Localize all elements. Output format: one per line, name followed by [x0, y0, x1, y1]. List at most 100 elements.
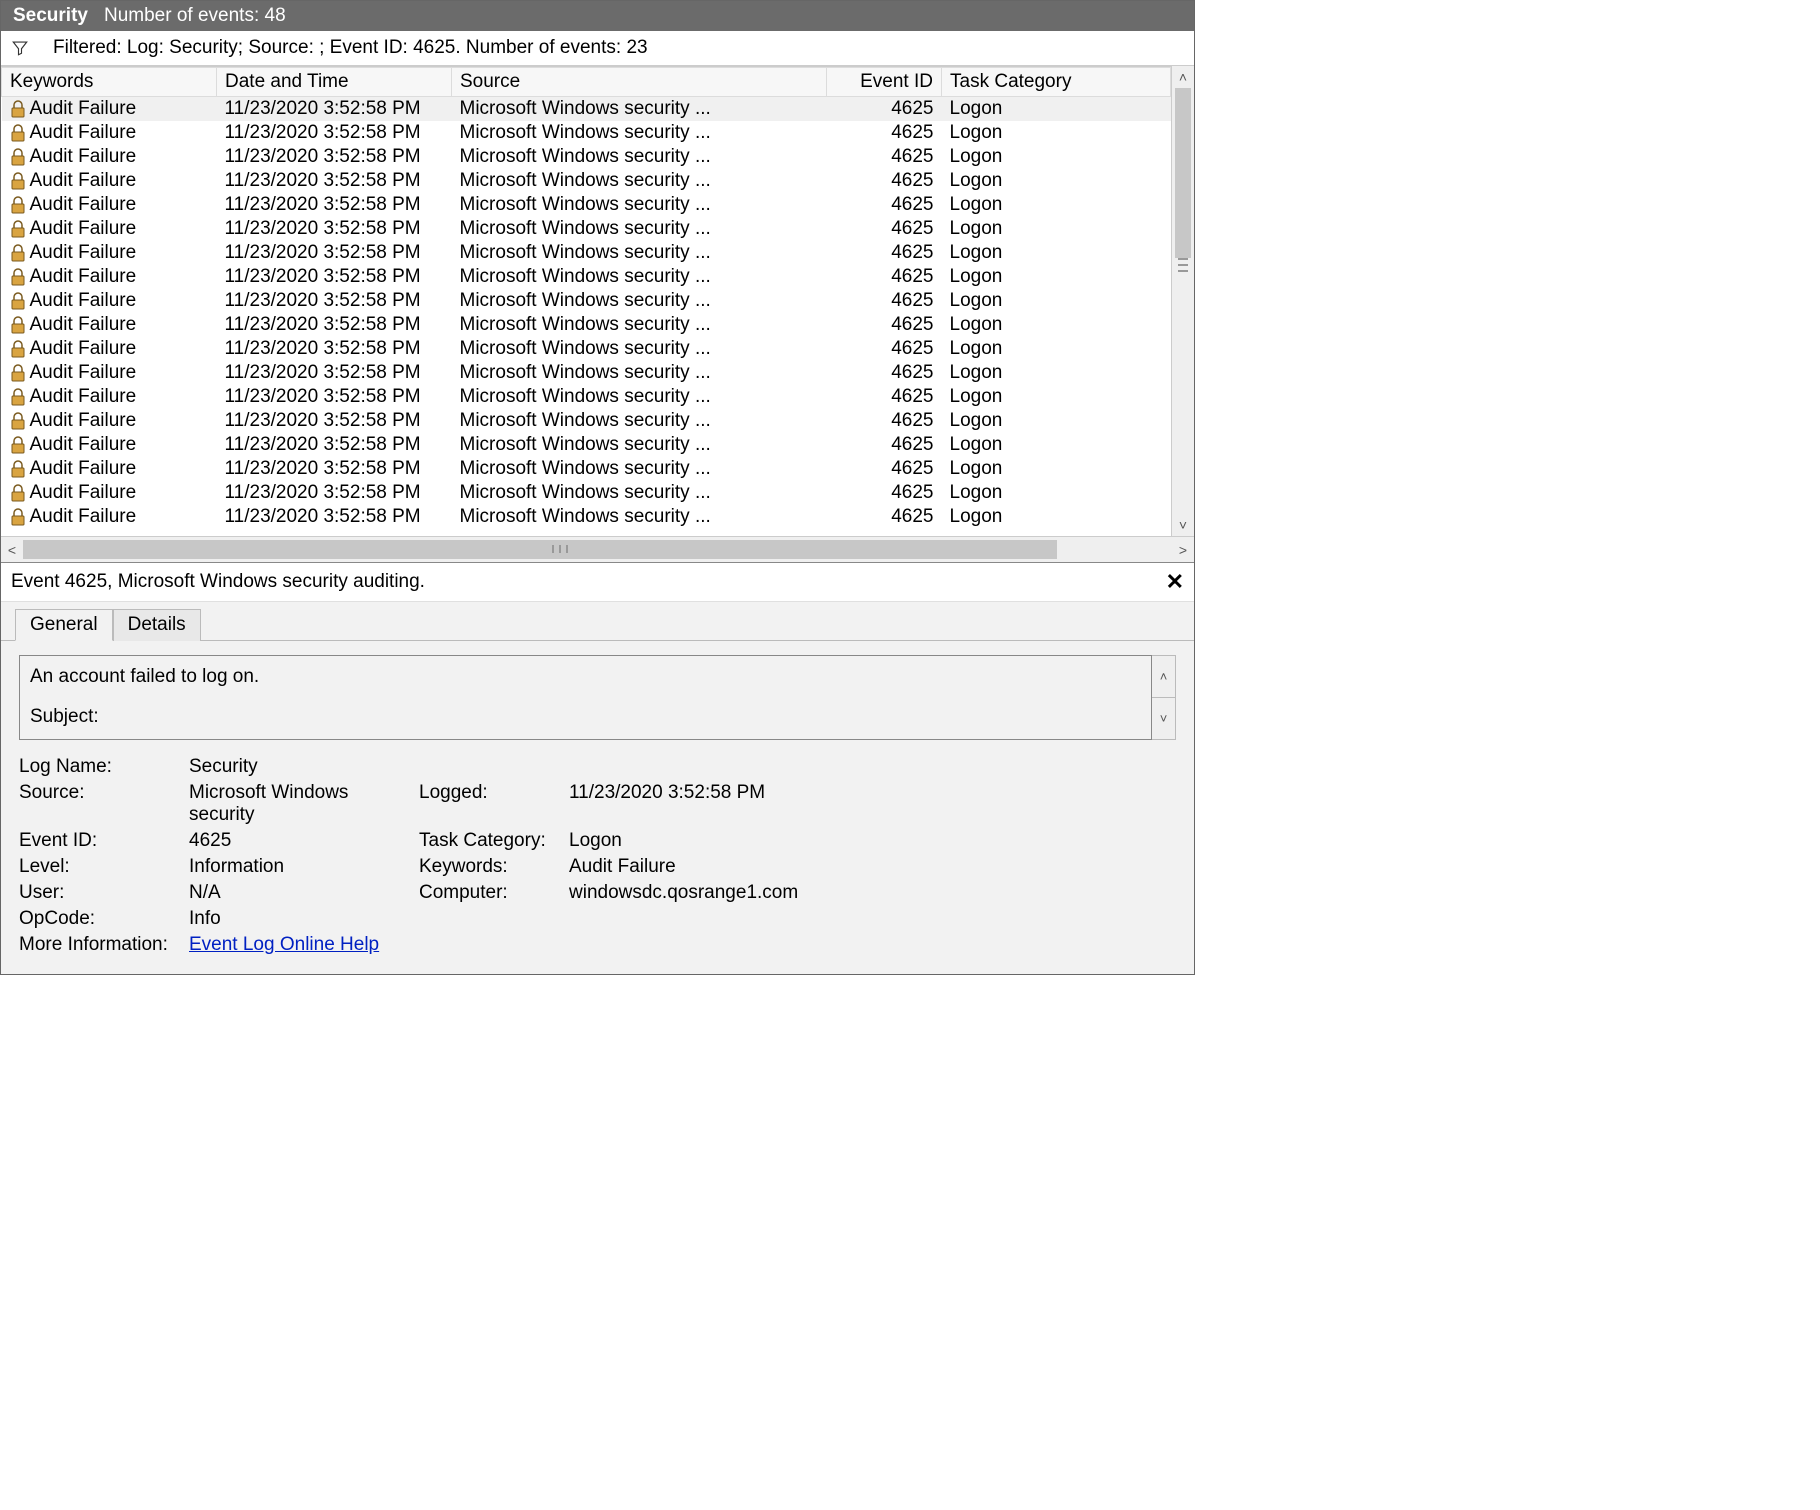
msg-scroll-down-icon[interactable]: ˅ — [1152, 697, 1175, 739]
cell-taskcat: Logon — [942, 457, 1171, 481]
cell-source: Microsoft Windows security ... — [452, 121, 827, 145]
cell-keywords: Audit Failure — [30, 266, 137, 288]
lock-icon — [10, 388, 26, 406]
table-row[interactable]: Audit Failure 11/23/2020 3:52:58 PM Micr… — [2, 265, 1171, 289]
lock-icon — [10, 124, 26, 142]
table-row[interactable]: Audit Failure 11/23/2020 3:52:58 PM Micr… — [2, 241, 1171, 265]
cell-taskcat: Logon — [942, 121, 1171, 145]
table-row[interactable]: Audit Failure 11/23/2020 3:52:58 PM Micr… — [2, 97, 1171, 122]
scroll-track[interactable] — [1172, 88, 1194, 514]
vertical-scrollbar[interactable]: ˄ ˅ — [1171, 66, 1194, 536]
scroll-down-icon[interactable]: ˅ — [1172, 514, 1194, 536]
col-keywords[interactable]: Keywords — [2, 68, 217, 97]
cell-eventid: 4625 — [827, 361, 942, 385]
col-source[interactable]: Source — [452, 68, 827, 97]
table-row[interactable]: Audit Failure 11/23/2020 3:52:58 PM Micr… — [2, 481, 1171, 505]
cell-datetime: 11/23/2020 3:52:58 PM — [217, 385, 452, 409]
column-header-row[interactable]: Keywords Date and Time Source Event ID T… — [2, 68, 1171, 97]
table-row[interactable]: Audit Failure 11/23/2020 3:52:58 PM Micr… — [2, 121, 1171, 145]
val-computer: windowsdc.qosrange1.com — [569, 882, 1176, 904]
lbl-level: Level: — [19, 856, 179, 878]
table-row[interactable]: Audit Failure 11/23/2020 3:52:58 PM Micr… — [2, 409, 1171, 433]
event-properties: Log Name: Security Source: Microsoft Win… — [19, 756, 1176, 956]
event-grid[interactable]: Keywords Date and Time Source Event ID T… — [1, 66, 1171, 536]
hscroll-thumb[interactable] — [23, 540, 1057, 559]
table-row[interactable]: Audit Failure 11/23/2020 3:52:58 PM Micr… — [2, 505, 1171, 529]
cell-eventid: 4625 — [827, 145, 942, 169]
cell-taskcat: Logon — [942, 505, 1171, 529]
table-row[interactable]: Audit Failure 11/23/2020 3:52:58 PM Micr… — [2, 385, 1171, 409]
cell-datetime: 11/23/2020 3:52:58 PM — [217, 145, 452, 169]
val-opcode: Info — [189, 908, 409, 930]
message-subject: Subject: — [30, 702, 1141, 732]
lbl-keywords: Keywords: — [419, 856, 559, 878]
scroll-left-icon[interactable]: < — [1, 539, 23, 561]
horizontal-scrollbar[interactable]: < > — [1, 536, 1194, 562]
cell-taskcat: Logon — [942, 313, 1171, 337]
cell-datetime: 11/23/2020 3:52:58 PM — [217, 265, 452, 289]
col-eventid[interactable]: Event ID — [827, 68, 942, 97]
cell-keywords: Audit Failure — [30, 386, 137, 408]
table-row[interactable]: Audit Failure 11/23/2020 3:52:58 PM Micr… — [2, 361, 1171, 385]
lbl-opcode: OpCode: — [19, 908, 179, 930]
col-datetime[interactable]: Date and Time — [217, 68, 452, 97]
cell-datetime: 11/23/2020 3:52:58 PM — [217, 241, 452, 265]
cell-keywords: Audit Failure — [30, 482, 137, 504]
cell-eventid: 4625 — [827, 289, 942, 313]
cell-taskcat: Logon — [942, 145, 1171, 169]
cell-taskcat: Logon — [942, 217, 1171, 241]
tab-details[interactable]: Details — [113, 609, 201, 641]
table-row[interactable]: Audit Failure 11/23/2020 3:52:58 PM Micr… — [2, 457, 1171, 481]
table-row[interactable]: Audit Failure 11/23/2020 3:52:58 PM Micr… — [2, 433, 1171, 457]
table-row[interactable]: Audit Failure 11/23/2020 3:52:58 PM Micr… — [2, 337, 1171, 361]
cell-datetime: 11/23/2020 3:52:58 PM — [217, 457, 452, 481]
table-row[interactable]: Audit Failure 11/23/2020 3:52:58 PM Micr… — [2, 193, 1171, 217]
cell-taskcat: Logon — [942, 385, 1171, 409]
table-row[interactable]: Audit Failure 11/23/2020 3:52:58 PM Micr… — [2, 169, 1171, 193]
message-scrollbar[interactable]: ˄ ˅ — [1152, 655, 1176, 740]
cell-keywords: Audit Failure — [30, 458, 137, 480]
close-icon[interactable]: ✕ — [1166, 569, 1184, 595]
hscroll-track[interactable] — [23, 537, 1172, 562]
cell-keywords: Audit Failure — [30, 434, 137, 456]
scroll-up-icon[interactable]: ˄ — [1172, 66, 1194, 88]
lock-icon — [10, 412, 26, 430]
cell-taskcat: Logon — [942, 337, 1171, 361]
msg-scroll-up-icon[interactable]: ˄ — [1152, 656, 1175, 697]
table-row[interactable]: Audit Failure 11/23/2020 3:52:58 PM Micr… — [2, 289, 1171, 313]
cell-keywords: Audit Failure — [30, 98, 137, 120]
table-row[interactable]: Audit Failure 11/23/2020 3:52:58 PM Micr… — [2, 145, 1171, 169]
lock-icon — [10, 100, 26, 118]
val-source: Microsoft Windows security — [189, 782, 409, 826]
cell-datetime: 11/23/2020 3:52:58 PM — [217, 97, 452, 122]
table-row[interactable]: Audit Failure 11/23/2020 3:52:58 PM Micr… — [2, 313, 1171, 337]
lock-icon — [10, 484, 26, 502]
lock-icon — [10, 172, 26, 190]
event-count: Number of events: 48 — [104, 5, 286, 27]
table-row[interactable]: Audit Failure 11/23/2020 3:52:58 PM Micr… — [2, 217, 1171, 241]
lock-icon — [10, 364, 26, 382]
cell-datetime: 11/23/2020 3:52:58 PM — [217, 361, 452, 385]
cell-source: Microsoft Windows security ... — [452, 457, 827, 481]
cell-taskcat: Logon — [942, 433, 1171, 457]
more-info-link[interactable]: Event Log Online Help — [189, 934, 379, 955]
cell-datetime: 11/23/2020 3:52:58 PM — [217, 169, 452, 193]
scroll-right-icon[interactable]: > — [1172, 539, 1194, 561]
cell-keywords: Audit Failure — [30, 410, 137, 432]
cell-keywords: Audit Failure — [30, 290, 137, 312]
cell-keywords: Audit Failure — [30, 314, 137, 336]
scroll-thumb[interactable] — [1175, 88, 1191, 258]
cell-source: Microsoft Windows security ... — [452, 385, 827, 409]
cell-source: Microsoft Windows security ... — [452, 433, 827, 457]
cell-source: Microsoft Windows security ... — [452, 169, 827, 193]
tab-general[interactable]: General — [15, 609, 113, 641]
cell-keywords: Audit Failure — [30, 242, 137, 264]
val-logged: 11/23/2020 3:52:58 PM — [569, 782, 1176, 826]
cell-source: Microsoft Windows security ... — [452, 505, 827, 529]
lbl-logname: Log Name: — [19, 756, 179, 778]
cell-keywords: Audit Failure — [30, 194, 137, 216]
cell-eventid: 4625 — [827, 193, 942, 217]
col-taskcategory[interactable]: Task Category — [942, 68, 1171, 97]
cell-eventid: 4625 — [827, 265, 942, 289]
lock-icon — [10, 148, 26, 166]
